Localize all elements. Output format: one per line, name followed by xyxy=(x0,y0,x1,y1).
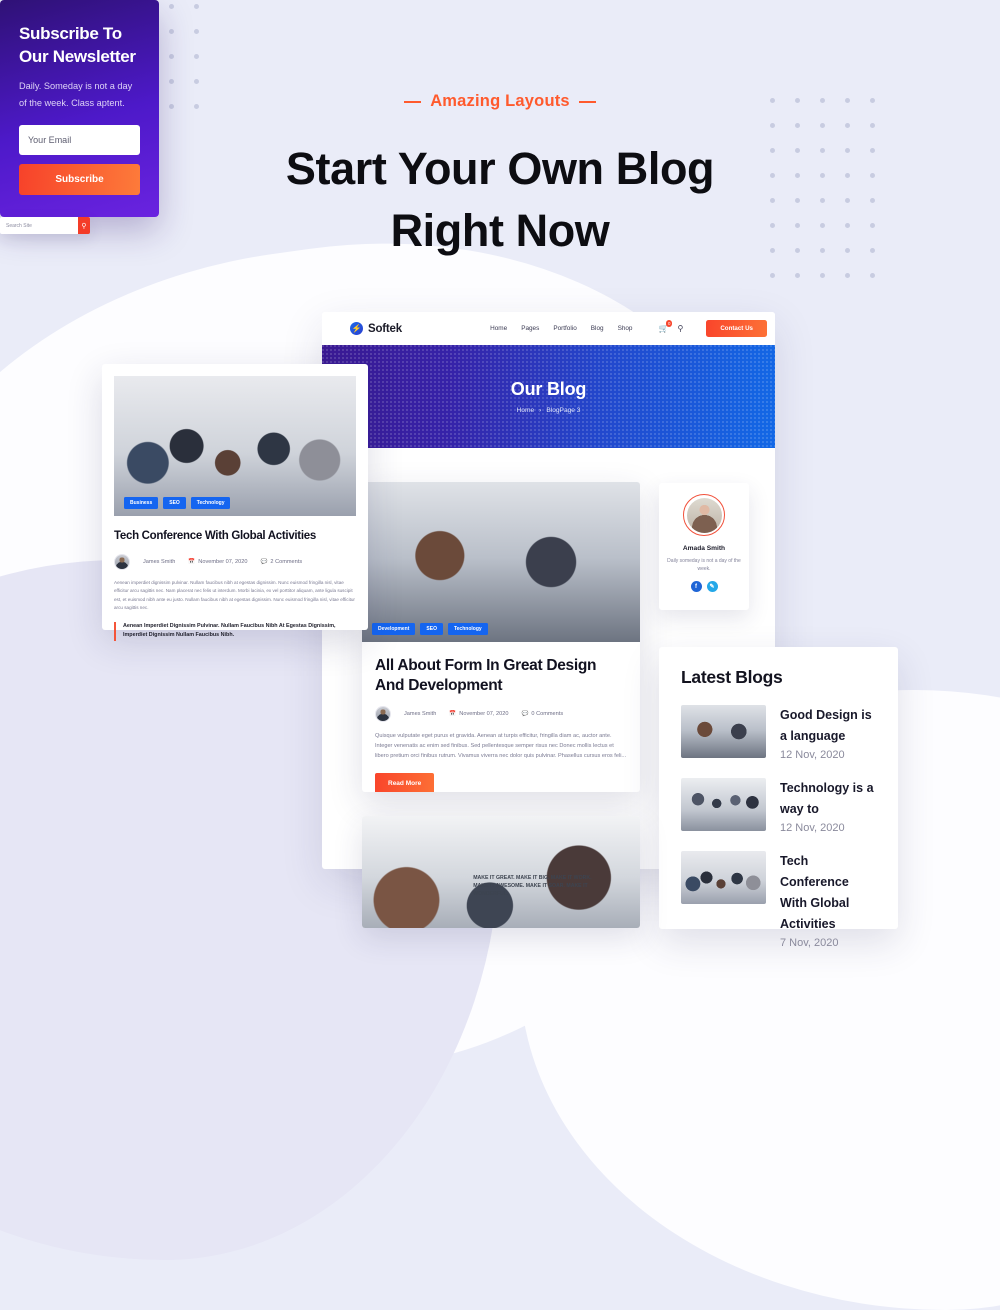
meta-date: 📅 November 07, 2020 xyxy=(188,559,248,565)
wall-slogan-text: MAKE IT GREAT. MAKE IT BIG. MAKE IT WORK… xyxy=(473,875,592,898)
cart-badge: 0 xyxy=(665,320,673,327)
breadcrumb-separator: › xyxy=(539,407,542,414)
author-avatar xyxy=(114,554,130,570)
newsletter-description: Daily. Someday is not a day of the week.… xyxy=(19,81,133,108)
twitter-icon[interactable]: ✎ xyxy=(706,581,718,592)
list-item[interactable]: Technology is a way to 12 Nov, 2020 xyxy=(681,778,876,834)
search-button[interactable]: ⚲ xyxy=(78,217,90,234)
mockup-stage: ⚡ Softek Home Pages Portfolio Blog Shop … xyxy=(0,0,1000,1023)
blog-item-title[interactable]: Technology is a way to xyxy=(780,778,876,820)
author-avatar xyxy=(375,706,391,722)
facebook-icon[interactable]: f xyxy=(690,581,702,592)
search-input[interactable] xyxy=(0,217,78,234)
search-widget: ⚲ xyxy=(0,217,90,234)
article-card-tags: Business SEO Technology xyxy=(124,497,231,509)
author-description: Daily someday is not a day of the week. xyxy=(667,558,741,572)
blog-thumbnail xyxy=(681,851,766,904)
article-card-meta: James Smith 📅 November 07, 2020 💬 2 Commen… xyxy=(114,554,356,570)
nav-item-portfolio[interactable]: Portfolio xyxy=(553,325,576,332)
tag-development[interactable]: Development xyxy=(372,623,416,635)
newsletter-card: Subscribe To Our Newsletter Daily. Somed… xyxy=(0,0,159,217)
author-avatar-ring xyxy=(683,494,725,536)
breadcrumb-home[interactable]: Home xyxy=(517,407,535,414)
latest-blogs-heading: Latest Blogs xyxy=(681,667,783,687)
banner-title: Our Blog xyxy=(510,379,587,399)
read-more-button[interactable]: Read More xyxy=(375,773,435,792)
featured-post-image: Development SEO Technology xyxy=(362,482,640,642)
featured-post-excerpt: Quisque vulputate eget purus et gravida.… xyxy=(375,733,627,759)
blog-item-date: 7 Nov, 2020 xyxy=(780,937,839,949)
nav-item-pages[interactable]: Pages xyxy=(521,325,539,332)
lightning-bolt-icon: ⚡ xyxy=(350,322,363,335)
article-card: Business SEO Technology Tech Conference … xyxy=(102,364,368,641)
author-name: Amada Smith xyxy=(682,545,726,552)
author-widget: Amada Smith Daily someday is not a day o… xyxy=(659,483,749,610)
meta-comments: 💬 2 Comments xyxy=(260,559,303,565)
office-couple-photo xyxy=(362,482,640,642)
email-field[interactable] xyxy=(19,125,140,155)
navbar-icons: 🛒 0 ⚲ xyxy=(659,320,683,333)
meta-comments: 💬 0 Comments xyxy=(521,711,564,717)
author-social-links: f ✎ xyxy=(667,581,741,592)
featured-post-tags: Development SEO Technology xyxy=(372,623,488,635)
featured-post-body: All About Form In Great Design And Devel… xyxy=(362,642,640,792)
featured-post-title[interactable]: All About Form In Great Design And Devel… xyxy=(375,656,627,696)
main-menu: Home Pages Portfolio Blog Shop 🛒 0 ⚲ Con… xyxy=(490,320,767,337)
meta-comments-value: 2 Comments xyxy=(270,559,303,565)
breadcrumb-current: BlogPage 3 xyxy=(546,407,581,414)
shopping-cart-icon[interactable]: 🛒 0 xyxy=(659,320,673,333)
meta-author: James Smith xyxy=(404,711,437,717)
blog-thumbnail xyxy=(681,778,766,831)
newsletter-title: Subscribe To Our Newsletter xyxy=(19,22,140,68)
list-item[interactable]: Tech Conference With Global Activities 7… xyxy=(681,851,876,949)
article-card-excerpt: Aenean imperdiet dignissim pulvinar. Nul… xyxy=(114,580,355,611)
blog-item-title[interactable]: Good Design is a language xyxy=(780,705,876,747)
featured-post-meta: James Smith 📅 November 07, 2020 💬 0 Commen… xyxy=(375,706,627,722)
blog-item-date: 12 Nov, 2020 xyxy=(780,749,845,761)
breadcrumb: Home › BlogPage 3 xyxy=(517,407,581,414)
newsletter-title-line-2: Our Newsletter xyxy=(19,47,136,66)
site-logo[interactable]: ⚡ Softek xyxy=(350,322,402,335)
logo-text: Softek xyxy=(368,322,402,335)
list-item[interactable]: Good Design is a language 12 Nov, 2020 xyxy=(681,705,876,761)
site-page-banner: Our Blog Home › BlogPage 3 xyxy=(322,345,775,448)
tag-business[interactable]: Business xyxy=(124,497,159,509)
featured-post-card: Development SEO Technology All About For… xyxy=(362,482,640,792)
subscribe-button[interactable]: Subscribe xyxy=(19,164,140,195)
blog-item-title[interactable]: Tech Conference With Global Activities xyxy=(780,851,876,935)
meta-date-value: November 07, 2020 xyxy=(459,711,509,717)
nav-item-blog[interactable]: Blog xyxy=(591,325,604,332)
meta-date: 📅 November 07, 2020 xyxy=(449,711,509,717)
latest-blogs-widget: Latest Blogs Good Design is a language 1… xyxy=(659,647,898,949)
author-avatar xyxy=(686,497,722,533)
newsletter-title-line-1: Subscribe To xyxy=(19,24,122,43)
team-handshake-photo xyxy=(114,376,356,516)
meta-comments-value: 0 Comments xyxy=(531,711,564,717)
blog-thumbnail xyxy=(681,705,766,758)
nav-item-shop[interactable]: Shop xyxy=(618,325,633,332)
article-card-image: Business SEO Technology xyxy=(114,376,356,516)
tag-seo[interactable]: SEO xyxy=(163,497,186,509)
meta-date-value: November 07, 2020 xyxy=(198,559,248,565)
search-icon[interactable]: ⚲ xyxy=(677,324,683,333)
site-content-area xyxy=(322,448,775,461)
blog-item-date: 12 Nov, 2020 xyxy=(780,822,845,834)
nav-item-home[interactable]: Home xyxy=(490,325,507,332)
meta-author: James Smith xyxy=(143,559,176,565)
contact-us-button[interactable]: Contact Us xyxy=(706,320,767,337)
site-navbar: ⚡ Softek Home Pages Portfolio Blog Shop … xyxy=(322,312,775,345)
bottom-post-image: MAKE IT GREAT. MAKE IT BIG. MAKE IT WORK… xyxy=(362,816,640,928)
tag-seo[interactable]: SEO xyxy=(420,623,443,635)
article-card-blockquote: Aenean Imperdiet Dignissim Pulvinar. Nul… xyxy=(114,621,356,641)
workroom-photo: MAKE IT GREAT. MAKE IT BIG. MAKE IT WORK… xyxy=(362,816,640,928)
tag-technology[interactable]: Technology xyxy=(190,497,231,509)
tag-technology[interactable]: Technology xyxy=(447,623,488,635)
article-card-title[interactable]: Tech Conference With Global Activities xyxy=(114,529,356,544)
